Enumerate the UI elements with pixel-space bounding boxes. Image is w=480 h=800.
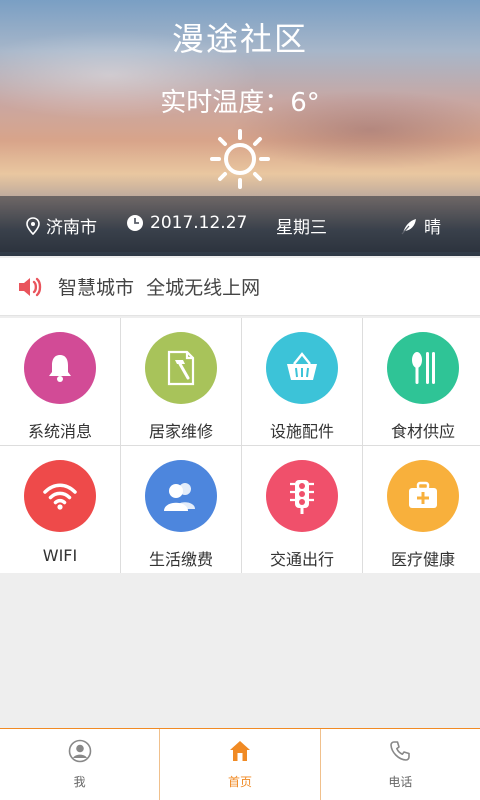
clock-icon [126, 214, 144, 232]
tab-home[interactable]: 首页 [160, 729, 321, 800]
service-system-messages[interactable]: 系统消息 [0, 318, 120, 445]
temperature-label: 实时温度：6° [160, 88, 320, 118]
spoon-chopsticks-icon [387, 332, 459, 404]
tab-label: 首页 [227, 775, 252, 789]
weekday-label: 星期三 [276, 218, 327, 238]
tab-phone[interactable]: 电话 [321, 729, 480, 800]
service-bill-payment[interactable]: 生活缴费 [121, 446, 241, 573]
service-facility-parts[interactable]: 设施配件 [242, 318, 362, 445]
speaker-icon [16, 273, 44, 301]
phone-icon [388, 739, 412, 767]
hammer-document-icon [145, 332, 217, 404]
home-icon [228, 739, 252, 767]
service-label: 食材供应 [390, 422, 455, 441]
service-label: 医疗健康 [390, 550, 455, 569]
tab-me[interactable]: 我 [0, 729, 161, 800]
basket-icon [266, 332, 338, 404]
notice-bar[interactable]: 智慧城市 全城无线上网 [0, 258, 480, 316]
feather-icon [400, 217, 418, 235]
service-food-supply[interactable]: 食材供应 [363, 318, 480, 445]
date: 2017.12.27 [126, 213, 247, 233]
bell-icon [24, 332, 96, 404]
app-title: 漫途社区 [171, 20, 308, 58]
service-label: 交通出行 [269, 550, 334, 569]
weather-header: 漫途社区 实时温度：6° 济南市 2017.12.27 星期三 晴 [0, 0, 480, 256]
service-label: 设施配件 [269, 422, 334, 441]
service-home-repair[interactable]: 居家维修 [121, 318, 241, 445]
weather-label: 晴 [424, 218, 441, 238]
person-icon [68, 739, 92, 767]
location-pin-icon [26, 216, 40, 235]
tab-label: 电话 [388, 775, 413, 789]
service-grid: 系统消息 居家维修 设施配件 食材供应 WIFI 生活缴费 交通出行 医疗健康 [0, 318, 480, 573]
service-label: WIFI [42, 546, 78, 565]
service-label: 系统消息 [27, 422, 92, 441]
weather-condition: 晴 [400, 213, 441, 238]
wifi-icon [24, 460, 96, 532]
date-label: 2017.12.27 [150, 213, 248, 233]
traffic-light-icon [266, 460, 338, 532]
service-transport[interactable]: 交通出行 [242, 446, 362, 573]
location[interactable]: 济南市 [26, 213, 97, 238]
tab-label: 我 [73, 775, 86, 789]
weekday: 星期三 [276, 213, 327, 238]
service-label: 居家维修 [148, 422, 213, 441]
service-wifi[interactable]: WIFI [0, 446, 120, 573]
notice-text: 智慧城市 全城无线上网 [58, 277, 261, 299]
service-healthcare[interactable]: 医疗健康 [363, 446, 480, 573]
bottom-tab-bar: 我 首页 电话 [0, 728, 480, 800]
service-label: 生活缴费 [148, 550, 213, 569]
weather-info-bar: 济南市 2017.12.27 星期三 晴 [0, 196, 480, 252]
people-icon [145, 460, 217, 532]
city-label: 济南市 [46, 218, 97, 238]
sun-icon [209, 128, 271, 190]
medical-kit-icon [387, 460, 459, 532]
